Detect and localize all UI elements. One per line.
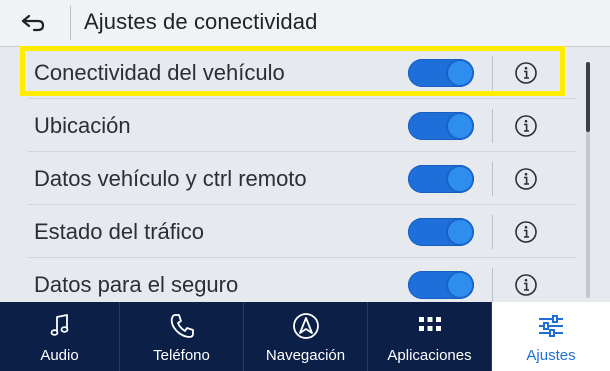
tab-aplicaciones[interactable]: Aplicaciones xyxy=(368,302,492,371)
setting-row-ubicacion[interactable]: Ubicación xyxy=(28,99,576,152)
settings-sliders-icon xyxy=(539,315,563,337)
settings-list: Conectividad del vehículo Ubicación Dato… xyxy=(0,46,610,302)
setting-row-seguro[interactable]: Datos para el seguro xyxy=(28,258,576,302)
header-bar: Ajustes de conectividad xyxy=(0,0,610,47)
row-separator xyxy=(492,56,493,90)
setting-label: Datos vehículo y ctrl remoto xyxy=(34,166,307,191)
back-button[interactable] xyxy=(12,8,54,38)
tab-label: Audio xyxy=(40,347,79,364)
back-arrow-icon xyxy=(21,14,45,32)
setting-label: Conectividad del vehículo xyxy=(34,60,285,85)
tab-label: Navegación xyxy=(265,347,346,364)
conectividad-toggle[interactable] xyxy=(408,59,474,87)
info-icon[interactable] xyxy=(514,220,538,244)
bottom-tab-bar: Audio Teléfono Navegación Aplicaciones A… xyxy=(0,302,610,371)
tab-navegacion[interactable]: Navegación xyxy=(244,302,368,371)
seguro-toggle[interactable] xyxy=(408,271,474,299)
row-separator xyxy=(492,268,493,302)
tab-label: Ajustes xyxy=(526,347,576,364)
ubicacion-toggle[interactable] xyxy=(408,112,474,140)
scrollbar-thumb[interactable] xyxy=(586,62,590,132)
row-separator xyxy=(492,215,493,249)
row-separator xyxy=(492,109,493,143)
info-icon[interactable] xyxy=(514,167,538,191)
tab-label: Teléfono xyxy=(153,347,210,364)
setting-row-trafico[interactable]: Estado del tráfico xyxy=(28,205,576,258)
page-title: Ajustes de conectividad xyxy=(84,9,318,34)
tab-label: Aplicaciones xyxy=(387,347,472,364)
tab-audio[interactable]: Audio xyxy=(0,302,120,371)
toggle-knob xyxy=(448,61,472,85)
navigation-arrow-icon xyxy=(292,313,319,339)
setting-label: Estado del tráfico xyxy=(34,219,204,244)
apps-grid-icon xyxy=(418,317,441,331)
datos-vehiculo-toggle[interactable] xyxy=(408,165,474,193)
setting-row-datos-vehiculo[interactable]: Datos vehículo y ctrl remoto xyxy=(28,152,576,205)
trafico-toggle[interactable] xyxy=(408,218,474,246)
toggle-knob xyxy=(448,114,472,138)
toggle-knob xyxy=(448,167,472,191)
info-icon[interactable] xyxy=(514,114,538,138)
header-divider xyxy=(70,6,71,40)
tab-telefono[interactable]: Teléfono xyxy=(120,302,244,371)
scrollbar[interactable] xyxy=(586,62,590,298)
toggle-knob xyxy=(448,273,472,297)
music-note-icon xyxy=(50,314,68,336)
info-icon[interactable] xyxy=(514,61,538,85)
toggle-knob xyxy=(448,220,472,244)
setting-label: Datos para el seguro xyxy=(34,272,239,297)
setting-row-conectividad[interactable]: Conectividad del vehículo xyxy=(28,46,576,99)
info-icon[interactable] xyxy=(514,273,538,297)
phone-icon xyxy=(170,314,194,338)
row-separator xyxy=(492,162,493,196)
tab-ajustes[interactable]: Ajustes xyxy=(492,302,610,371)
setting-label: Ubicación xyxy=(34,113,131,138)
